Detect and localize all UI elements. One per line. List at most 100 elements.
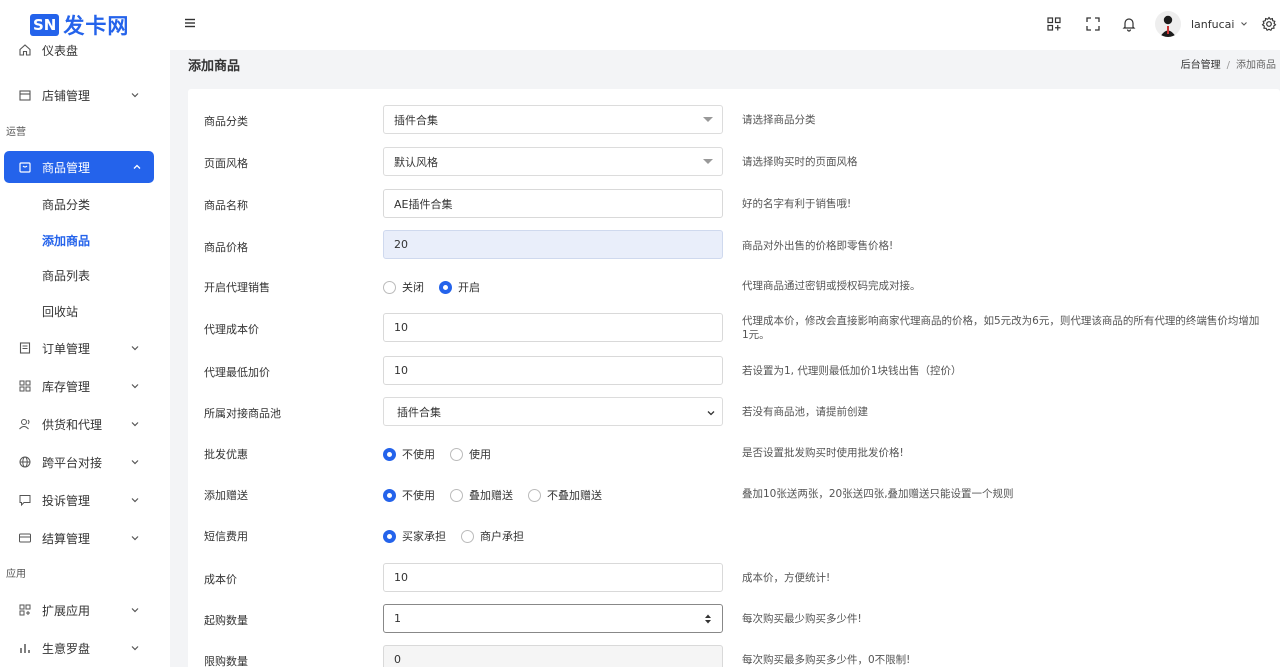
sidebar-item-label: 仪表盘 — [42, 43, 79, 58]
style-select[interactable]: 默认风格 — [383, 147, 723, 176]
min-qty-stepper[interactable]: 1 — [383, 604, 723, 633]
form-label: 商品分类 — [204, 115, 248, 128]
sidebar-sub-add-product[interactable]: 添加商品 — [0, 223, 170, 259]
chevron-down-icon — [707, 411, 715, 416]
radio-circle-checked — [383, 447, 396, 461]
chevron-down-icon — [1241, 22, 1248, 26]
form-hint: 好的名字有利于销售哦! — [742, 198, 852, 210]
wholesale-radio-group: 不使用 使用 — [383, 446, 506, 462]
radio-label: 关闭 — [402, 281, 424, 294]
sidebar-item-label: 扩展应用 — [42, 603, 91, 618]
nav-group-ops: 运营 — [6, 126, 26, 138]
agent-cost-input[interactable]: 10 — [383, 313, 723, 342]
radio-label: 不使用 — [402, 448, 435, 461]
sidebar-sub-product-list[interactable]: 商品列表 — [0, 258, 170, 294]
input-value: 10 — [394, 571, 408, 584]
fullscreen-icon[interactable] — [1085, 16, 1101, 32]
page-title: 添加商品 — [188, 59, 241, 74]
sidebar-item-store[interactable]: 店铺管理 — [0, 76, 170, 114]
category-select[interactable]: 插件合集 — [383, 105, 723, 134]
sidebar-item-settlement[interactable]: 结算管理 — [0, 519, 170, 557]
sidebar-item-cross-platform[interactable]: 跨平台对接 — [0, 443, 170, 481]
sidebar-item-label: 供货和代理 — [42, 417, 103, 432]
sidebar-item-label: 结算管理 — [42, 531, 91, 546]
chevron-up-icon — [133, 164, 141, 169]
select-value: 插件合集 — [397, 405, 441, 419]
sidebar-item-dashboard[interactable]: 仪表盘 — [0, 43, 170, 58]
grid-icon — [18, 379, 32, 393]
sidebar-item-inventory[interactable]: 库存管理 — [0, 367, 170, 405]
radio-circle — [450, 488, 463, 502]
radio-label: 使用 — [469, 448, 491, 461]
spinner-arrows-icon[interactable] — [704, 613, 712, 625]
sidebar-item-compass[interactable]: 生意罗盘 — [0, 629, 170, 667]
sidebar-item-label: 库存管理 — [42, 379, 91, 394]
breadcrumb-separator: / — [1226, 60, 1230, 71]
radio-option-stack-gift[interactable]: 叠加赠送 — [450, 487, 513, 503]
menu-toggle-icon[interactable] — [183, 16, 197, 30]
sidebar-item-orders[interactable]: 订单管理 — [0, 329, 170, 367]
select-value: 默认风格 — [394, 155, 438, 169]
avatar — [1155, 11, 1181, 37]
agent-min-markup-input[interactable]: 10 — [383, 356, 723, 385]
breadcrumb-link-admin[interactable]: 后台管理 — [1181, 60, 1221, 71]
sidebar-item-extensions[interactable]: 扩展应用 — [0, 591, 170, 629]
form-label: 起购数量 — [204, 614, 248, 627]
chevron-down-icon — [131, 608, 139, 613]
nav-group-apps: 应用 — [6, 568, 26, 580]
form-label: 页面风格 — [204, 157, 248, 170]
radio-option-merchant[interactable]: 商户承担 — [461, 528, 524, 544]
form-hint: 若设置为1, 代理则最低加价1块钱出售（控价） — [742, 365, 962, 377]
sms-radio-group: 买家承担 商户承担 — [383, 528, 539, 544]
pool-select[interactable]: 插件合集 — [383, 397, 723, 426]
form-hint: 叠加10张送两张，20张送四张,叠加赠送只能设置一个规则 — [742, 488, 1014, 500]
form-label: 代理成本价 — [204, 323, 259, 336]
radio-option-yes[interactable]: 使用 — [450, 446, 491, 462]
radio-option-nonstack-gift[interactable]: 不叠加赠送 — [528, 487, 602, 503]
chevron-down-icon — [131, 498, 139, 503]
sidebar-sub-category[interactable]: 商品分类 — [0, 187, 170, 223]
bell-icon[interactable] — [1121, 16, 1137, 32]
max-qty-input[interactable]: 0 — [383, 645, 723, 667]
message-icon — [18, 493, 32, 507]
form-hint: 商品对外出售的价格即零售价格! — [742, 240, 894, 252]
dropdown-arrow-icon — [703, 159, 713, 164]
qr-add-icon[interactable] — [1046, 16, 1062, 32]
form-hint: 请选择商品分类 — [742, 114, 816, 126]
user-menu[interactable]: lanfucai — [1155, 11, 1248, 37]
radio-label: 买家承担 — [402, 530, 446, 543]
chevron-down-icon — [131, 460, 139, 465]
order-icon — [18, 341, 32, 355]
product-name-input[interactable]: AE插件合集 — [383, 189, 723, 218]
form-label: 商品价格 — [204, 241, 248, 254]
sidebar-item-label: 商品管理 — [42, 160, 91, 175]
cost-input[interactable]: 10 — [383, 563, 723, 592]
product-price-input[interactable]: 20 — [383, 230, 723, 259]
dropdown-arrow-icon — [703, 117, 713, 122]
radio-option-no[interactable]: 不使用 — [383, 446, 435, 462]
form-label: 所属对接商品池 — [204, 407, 281, 420]
radio-label: 商户承担 — [480, 530, 524, 543]
home-icon — [18, 43, 32, 57]
sidebar-sub-recycle-bin[interactable]: 回收站 — [0, 294, 170, 330]
chevron-down-icon — [131, 536, 139, 541]
radio-label: 开启 — [458, 281, 480, 294]
radio-circle-checked — [383, 529, 396, 543]
sidebar-item-products[interactable]: 商品管理 — [4, 151, 154, 183]
breadcrumb: 后台管理 / 添加商品 — [1181, 56, 1276, 71]
radio-label: 叠加赠送 — [469, 489, 513, 502]
input-value: 0 — [394, 653, 401, 666]
radio-option-on[interactable]: 开启 — [439, 279, 480, 295]
radio-option-buyer[interactable]: 买家承担 — [383, 528, 446, 544]
form-label: 开启代理销售 — [204, 281, 270, 294]
gear-icon[interactable] — [1261, 16, 1277, 32]
radio-option-no-gift[interactable]: 不使用 — [383, 487, 435, 503]
input-value: 10 — [394, 321, 408, 334]
form-hint: 代理商品通过密钥或授权码完成对接。 — [742, 280, 921, 292]
sidebar-item-supply[interactable]: 供货和代理 — [0, 405, 170, 443]
chevron-down-icon — [131, 646, 139, 651]
radio-option-off[interactable]: 关闭 — [383, 279, 424, 295]
sidebar-item-complaints[interactable]: 投诉管理 — [0, 481, 170, 519]
sidebar-item-label: 订单管理 — [42, 341, 91, 356]
form-label: 限购数量 — [204, 655, 248, 667]
